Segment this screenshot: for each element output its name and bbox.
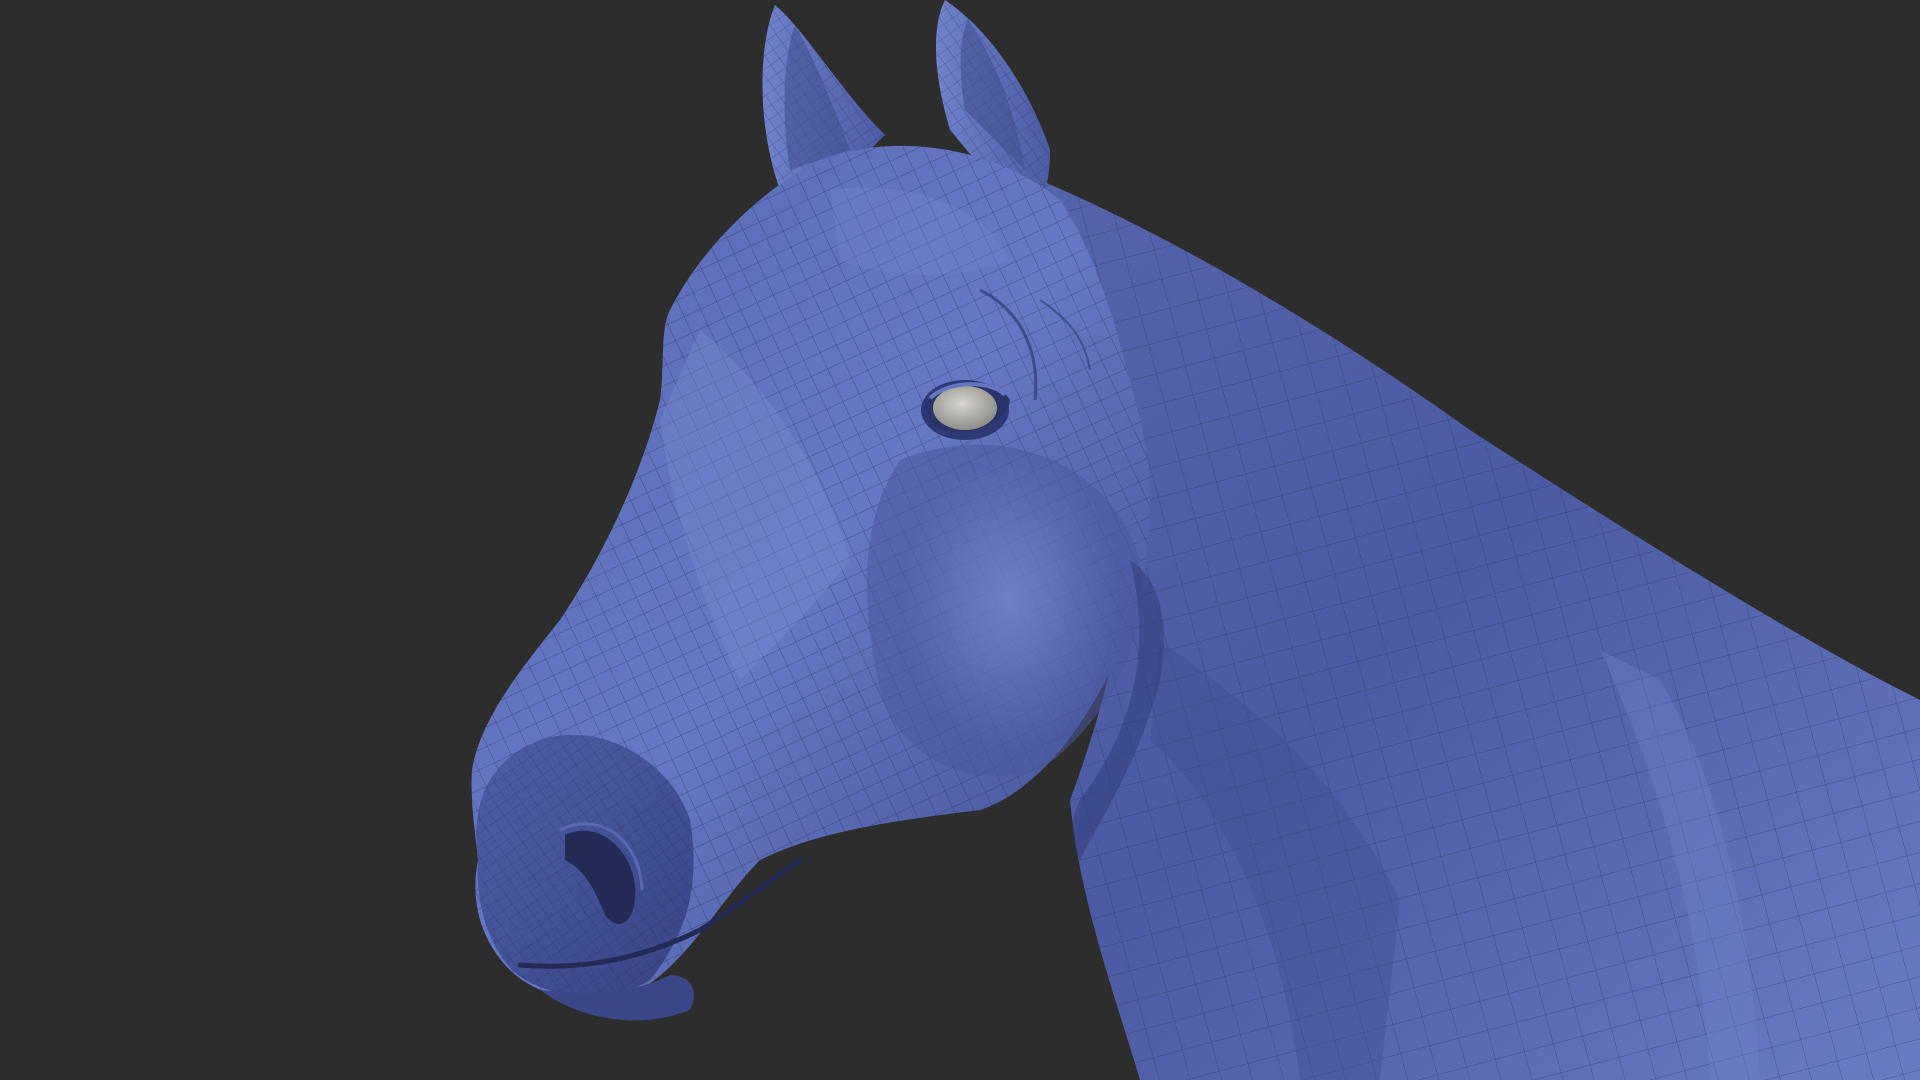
3d-viewport[interactable] (0, 0, 1920, 1080)
sculpt-model[interactable] (0, 0, 1920, 1080)
head-mesh (471, 145, 1151, 1021)
neck-mesh (1040, 180, 1920, 1080)
